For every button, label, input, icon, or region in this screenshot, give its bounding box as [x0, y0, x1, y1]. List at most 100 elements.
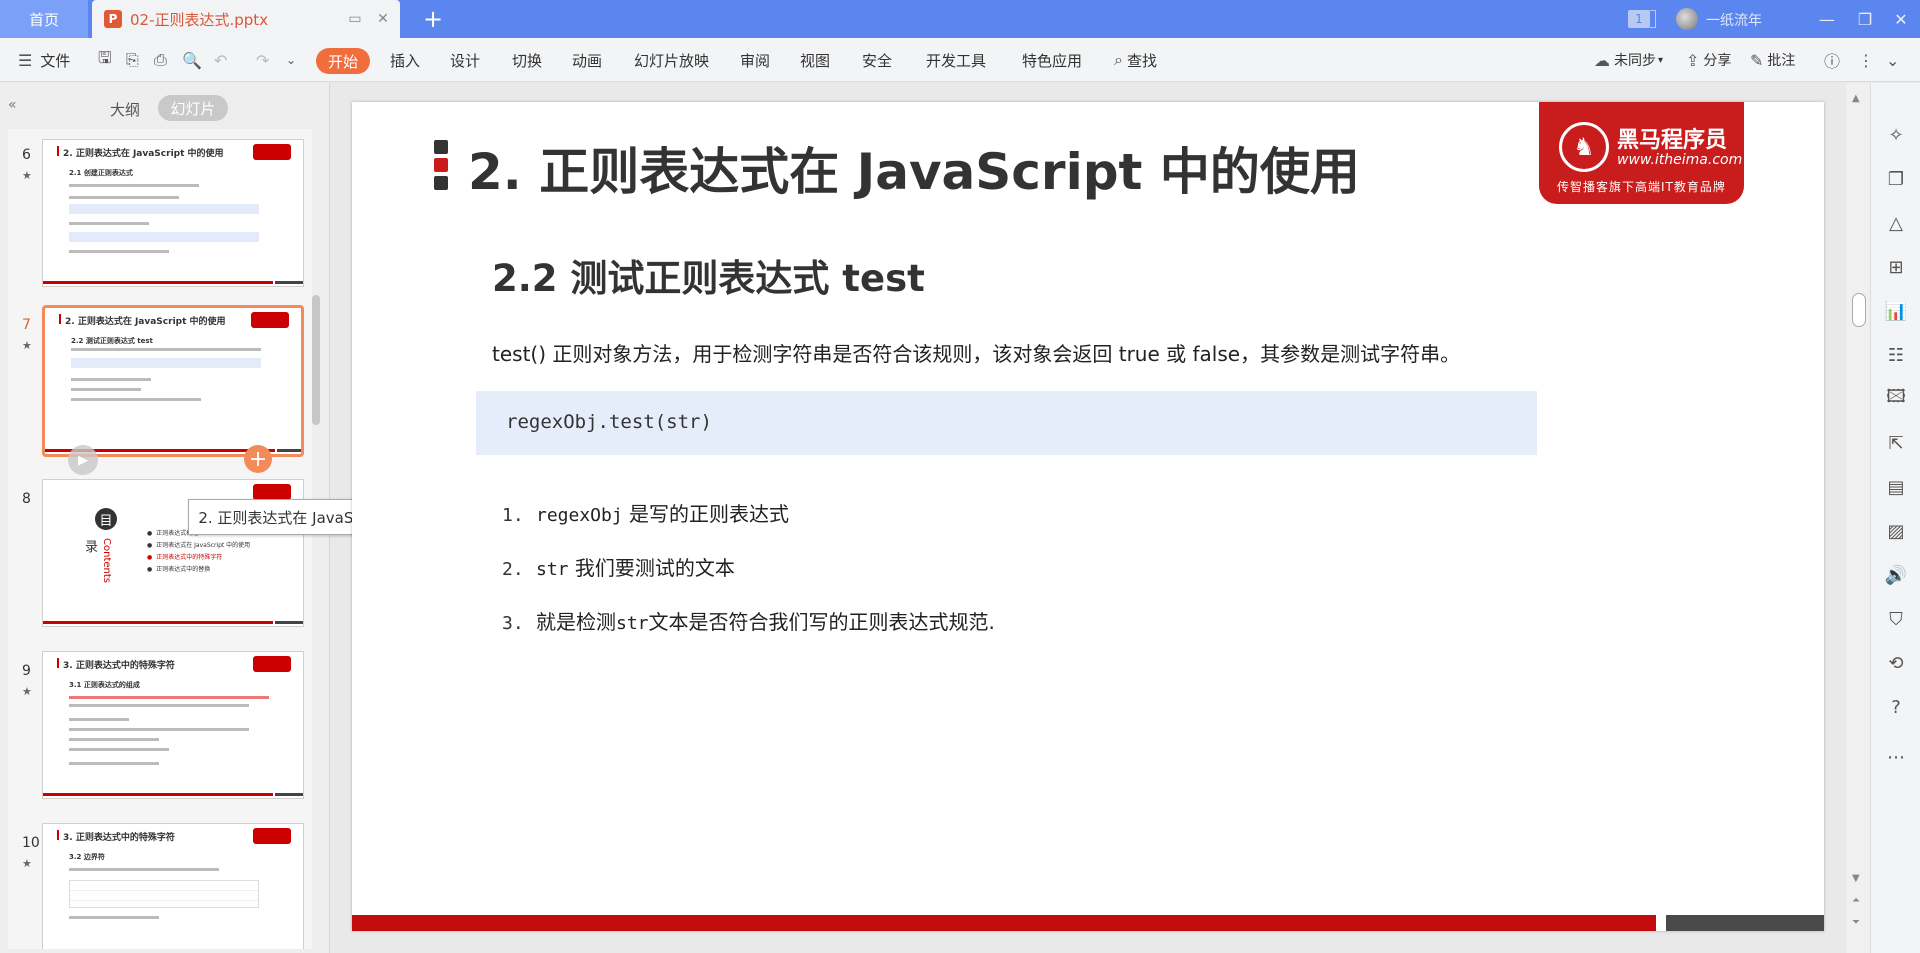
chevron-down-icon: ▾	[1658, 54, 1664, 66]
undo-icon[interactable]: ↶	[214, 38, 227, 82]
code-text: regexObj.test(str)	[506, 411, 712, 433]
security-shield-icon[interactable]: ⛉	[1884, 607, 1908, 631]
panel-scrollbar[interactable]	[312, 295, 320, 425]
avatar[interactable]	[1676, 8, 1698, 30]
more-icon[interactable]: ⋯	[1884, 745, 1908, 769]
previous-slide-icon[interactable]: ⏶	[1852, 895, 1860, 906]
footer-bar	[275, 793, 303, 796]
close-window-icon[interactable]: ✕	[1886, 4, 1916, 34]
more-options-icon[interactable]: ⋮	[1858, 38, 1874, 82]
thumbnail-list[interactable]: 6 ★ 2. 正则表达式在 JavaScript 中的使用 2.1 创建正则表达…	[8, 129, 312, 949]
brand-logo: ♞ 黑马程序员 www.itheima.com 传智播客旗下高端IT教育品牌	[1539, 102, 1744, 204]
collapse-ribbon-icon[interactable]: ⌄	[1886, 38, 1899, 82]
archive-icon[interactable]: ▤	[1884, 475, 1908, 499]
section-heading[interactable]: 2.2 测试正则表达式 test	[492, 248, 925, 302]
tab-security[interactable]: 安全	[862, 38, 892, 82]
logo-mini	[253, 656, 291, 672]
scroll-up-icon[interactable]: ▲	[1852, 93, 1860, 104]
share-button[interactable]: ⇪ 分享	[1686, 38, 1731, 82]
tab-insert[interactable]: 插入	[390, 38, 420, 82]
tab-home-ribbon[interactable]: 开始	[316, 48, 370, 74]
close-tab-icon[interactable]: ✕	[372, 8, 394, 30]
sync-button[interactable]: ☁ 未同步 ▾	[1594, 38, 1663, 82]
description-text[interactable]: test() 正则对象方法，用于检测字符串是否符合该规则，该对象会返回 true…	[492, 338, 1460, 367]
play-slide-icon[interactable]: ▶	[68, 445, 98, 475]
list-item[interactable]: 1. regexObj 是写的正则表达式	[502, 498, 789, 527]
minimize-icon[interactable]: —	[1812, 4, 1842, 34]
slide-thumbnail-10[interactable]: 3. 正则表达式中的特殊字符 3.2 边界符	[42, 823, 304, 949]
window-count-badge[interactable]: 1	[1628, 10, 1650, 28]
annotate-button[interactable]: ✎ 批注	[1750, 38, 1795, 82]
audio-icon[interactable]: 🔊	[1884, 563, 1908, 587]
save-icon[interactable]: 🖫	[98, 38, 112, 82]
tab-transitions[interactable]: 切换	[512, 38, 542, 82]
share-label: 分享	[1703, 53, 1732, 69]
slide-title[interactable]: 2. 正则表达式在 JavaScript 中的使用	[468, 132, 1360, 204]
list-item[interactable]: 2. str 我们要测试的文本	[502, 552, 735, 581]
text-line	[71, 378, 151, 381]
picture-icon[interactable]: ▨	[1884, 519, 1908, 543]
window-count-frame	[1650, 10, 1656, 28]
scrollbar-thumb[interactable]	[1852, 293, 1866, 327]
hamburger-menu-icon: ☰	[18, 50, 33, 70]
title-marker	[59, 314, 61, 324]
code-block[interactable]: regexObj.test(str)	[476, 391, 1537, 455]
history-icon[interactable]: ⟲	[1884, 651, 1908, 675]
search-button[interactable]: ⌕ 查找	[1114, 38, 1157, 82]
slide-number: 9	[22, 663, 31, 679]
customize-toolbar-icon[interactable]: ⌄	[286, 38, 296, 82]
text-line	[71, 388, 141, 391]
list-text: 是写的正则表达式	[622, 502, 790, 526]
layout-grid-icon[interactable]: ⊞	[1884, 255, 1908, 279]
format-painter-icon[interactable]: ⎘	[126, 38, 139, 82]
footer-bar	[275, 281, 303, 284]
table-mini	[69, 880, 259, 908]
animation-star-icon: ★	[22, 857, 32, 870]
search-label: 查找	[1126, 51, 1157, 70]
collapse-panel-icon[interactable]: «	[8, 97, 17, 113]
scroll-down-icon[interactable]: ▼	[1852, 873, 1860, 884]
float-window-icon[interactable]: ▭	[344, 8, 366, 30]
tab-developer[interactable]: 开发工具	[926, 38, 986, 82]
chart-icon[interactable]: 📊	[1884, 299, 1908, 323]
text-line	[69, 738, 159, 741]
help-circle-icon[interactable]: ?	[1884, 695, 1908, 719]
slide-canvas[interactable]: 2. 正则表达式在 JavaScript 中的使用 ♞ 黑马程序员 www.it…	[352, 102, 1824, 931]
tab-review[interactable]: 审阅	[740, 38, 770, 82]
pin-icon[interactable]: ✧	[1884, 123, 1908, 147]
text-line	[69, 728, 249, 731]
tab-outline[interactable]: 大纲	[110, 99, 140, 120]
add-slide-button[interactable]: +	[244, 445, 272, 473]
tab-slides[interactable]: 幻灯片	[158, 95, 228, 121]
menu-button[interactable]: ☰ 文件	[18, 38, 70, 82]
title-marker	[57, 146, 59, 156]
tab-slideshow[interactable]: 幻灯片放映	[634, 38, 709, 82]
user-name[interactable]: 一纸流年	[1706, 10, 1762, 30]
help-icon[interactable]: ⓘ	[1824, 38, 1840, 82]
tab-design[interactable]: 设计	[450, 38, 480, 82]
shape-icon[interactable]: △	[1884, 211, 1908, 235]
slide-thumbnail-7[interactable]: 2. 正则表达式在 JavaScript 中的使用 2.2 测试正则表达式 te…	[42, 305, 304, 457]
tab-view[interactable]: 视图	[800, 38, 830, 82]
next-slide-icon[interactable]: ⏷	[1852, 917, 1860, 928]
thumbnail-title: 2. 正则表达式在 JavaScript 中的使用	[63, 149, 224, 159]
slide-thumbnail-9[interactable]: 3. 正则表达式中的特殊字符 3.1 正则表达式的组成	[42, 651, 304, 799]
properties-icon[interactable]: ☷	[1884, 343, 1908, 367]
tab-home[interactable]: 首页	[0, 0, 88, 38]
redo-icon[interactable]: ↷	[256, 38, 269, 82]
editor-scrollbar[interactable]: ▲ ▼ ⏶ ⏷	[1846, 83, 1870, 953]
animation-star-icon: ★	[22, 685, 32, 698]
print-icon[interactable]: ⎙	[154, 38, 167, 82]
file-menu-label: 文件	[40, 51, 71, 70]
tab-special-features[interactable]: 特色应用	[1022, 38, 1082, 82]
list-item[interactable]: 3. 就是检测 str 文本是否符合我们写的正则表达式规范.	[502, 606, 995, 635]
export-icon[interactable]: ⇱	[1884, 431, 1908, 455]
image-gallery-icon[interactable]: 🖾	[1884, 386, 1908, 411]
new-tab-button[interactable]: +	[418, 4, 448, 34]
tab-animations[interactable]: 动画	[572, 38, 602, 82]
tab-document[interactable]: P 02-正则表达式.pptx ▭ ✕	[92, 0, 400, 38]
restore-icon[interactable]: ❐	[1850, 4, 1880, 34]
print-preview-icon[interactable]: 🔍	[182, 38, 202, 82]
slide-thumbnail-6[interactable]: 2. 正则表达式在 JavaScript 中的使用 2.1 创建正则表达式	[42, 139, 304, 287]
duplicate-icon[interactable]: ❐	[1884, 167, 1908, 191]
